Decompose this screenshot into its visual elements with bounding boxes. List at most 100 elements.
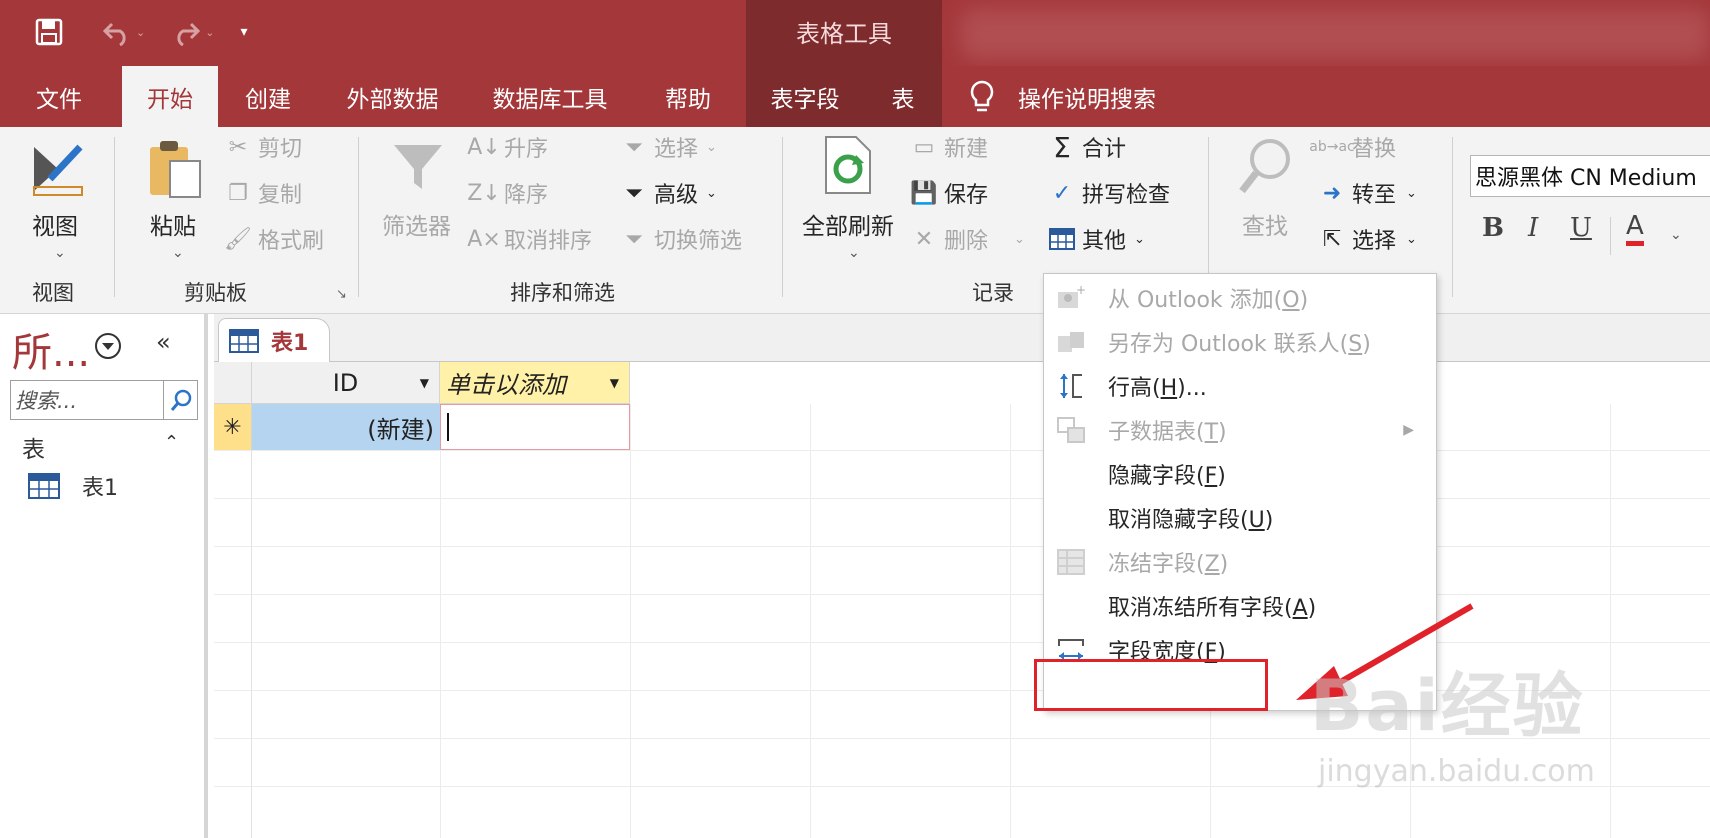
paste-dropdown-icon[interactable]: ⌄ [172,245,184,261]
document-tab-table1[interactable]: 表1 [218,318,330,362]
paste-icon[interactable] [146,137,204,201]
paste-button[interactable]: 粘贴 [150,207,196,241]
underline-button[interactable]: U [1570,213,1592,243]
menu-item-add-from-outlook[interactable]: + 从 Outlook 添加(O) [1044,276,1436,320]
refresh-dropdown-icon[interactable]: ⌄ [848,245,860,261]
clipboard-launcher-icon[interactable]: ↘ [336,287,347,302]
outlook-add-icon: + [1058,284,1086,308]
new-row-add-cell[interactable] [440,404,630,450]
nav-search-input[interactable]: 搜索... [11,385,163,415]
refresh-all-button[interactable]: 全部刷新 [802,207,894,241]
font-color-button[interactable]: A [1626,211,1644,246]
collapse-section-icon[interactable]: ⌃ [164,432,179,453]
delete-label: 删除 [944,229,989,254]
advanced-filter-button[interactable]: ⏷ 高级 ⌄ [620,177,717,209]
column-add-dropdown-icon[interactable]: ▼ [610,376,619,390]
find-icon[interactable] [1236,137,1296,197]
font-color-dropdown-icon[interactable]: ⌄ [1670,227,1682,243]
tab-create[interactable]: 创建 [228,66,308,127]
tab-table[interactable]: 表 [864,66,942,127]
format-painter-button[interactable]: 🖌 格式刷 [224,223,324,255]
remove-sort-button[interactable]: A⨯ 取消排序 [467,223,593,255]
redo-icon[interactable]: ⌄ [171,14,214,50]
grid-line [214,450,1710,451]
replace-button[interactable]: ab→ac 替换 [1309,131,1397,163]
redo-dropdown-icon[interactable]: ⌄ [205,26,214,39]
copy-button[interactable]: ❐ 复制 [224,177,302,209]
undo-icon[interactable]: ⌄ [102,14,145,50]
advanced-filter-icon: ⏷ [625,180,643,206]
nav-item-label: 表1 [82,476,118,501]
replace-icon: ab→ac [1309,139,1355,155]
undo-dropdown-icon[interactable]: ⌄ [136,26,145,39]
view-button[interactable]: 视图 [32,207,78,241]
sort-descending-icon: Z↓ [467,180,501,206]
nav-dropdown-icon[interactable] [94,332,122,360]
bold-button[interactable]: B [1482,213,1504,243]
save-record-button[interactable]: 💾 保存 [910,177,988,209]
spelling-button[interactable]: ✓ 拼写检查 [1048,177,1170,209]
advanced-label: 高级 [654,183,699,208]
remove-sort-label: 取消排序 [504,229,593,254]
cut-button[interactable]: ✂ 剪切 [224,131,302,163]
nav-search-box[interactable]: 搜索... [10,380,198,420]
column-header-click-to-add[interactable]: 单击以添加 ▼ [440,362,630,404]
italic-button[interactable]: I [1528,213,1538,243]
chevron-down-icon: ⌄ [706,185,717,201]
new-record-button[interactable]: ▭ 新建 [910,131,988,163]
tab-help[interactable]: 帮助 [648,66,728,127]
chevron-down-icon: ⌄ [1406,185,1417,201]
new-row-id-cell[interactable]: (新建) [252,404,440,450]
group-label-records: 记录 [972,281,1014,305]
font-name-box[interactable]: 思源黑体 CN Medium [1470,155,1710,197]
view-dropdown-icon[interactable]: ⌄ [54,245,66,261]
column-header-id[interactable]: ID ▼ [252,362,440,404]
menu-item-subdatasheet[interactable]: 子数据表(T) ▶ [1044,408,1436,452]
search-icon[interactable] [163,381,197,419]
find-button[interactable]: 查找 [1242,207,1288,241]
menu-item-save-as-outlook-contact[interactable]: 另存为 Outlook 联系人(S) [1044,320,1436,364]
cut-label: 剪切 [258,137,303,162]
tab-database-tools[interactable]: 数据库工具 [480,66,620,127]
tell-me-search[interactable]: 操作说明搜索 [968,66,1156,127]
delete-record-button[interactable]: ✕ 删除 ⌄ [910,223,1025,255]
filter-icon[interactable] [390,139,446,195]
view-icon[interactable] [28,139,88,199]
menu-item-freeze-fields[interactable]: 冻结字段(Z) [1044,540,1436,584]
tab-table-fields[interactable]: 表字段 [746,66,864,127]
select-button[interactable]: ⇱ 选择 ⌄ [1318,223,1417,255]
menu-item-unhide-fields[interactable]: 取消隐藏字段(U) [1044,496,1436,540]
outlook-contact-icon [1058,332,1084,352]
goto-button[interactable]: ➜ 转至 ⌄ [1318,177,1417,209]
customize-qat-icon[interactable]: ▾ [240,14,247,50]
nav-section-tables[interactable]: 表 [22,430,45,464]
filter-button[interactable]: 筛选器 [382,207,451,241]
selection-filter-button[interactable]: ⏷ 选择 ⌄ [620,131,717,163]
grid-line [214,642,1710,643]
tab-file[interactable]: 文件 [14,66,104,127]
totals-button[interactable]: Σ 合计 [1048,131,1126,164]
tab-external-data[interactable]: 外部数据 [330,66,455,127]
descending-button[interactable]: Z↓ 降序 [467,177,548,209]
more-button[interactable]: 其他 ⌄ [1048,223,1145,255]
collapse-pane-icon[interactable]: « [156,328,171,356]
column-sort-dropdown-icon[interactable]: ▼ [420,376,429,390]
select-all-corner[interactable] [214,362,252,404]
tab-home[interactable]: 开始 [122,66,218,127]
ascending-button[interactable]: A↓ 升序 [467,131,548,163]
menu-item-row-height[interactable]: 行高(H)... [1044,364,1436,408]
format-painter-label: 格式刷 [258,229,325,254]
nav-pane-title[interactable]: 所... [12,320,90,378]
nav-item-table1[interactable]: 表1 [28,470,118,502]
toggle-filter-button[interactable]: ⏷ 切换筛选 [620,223,742,255]
new-record-selector[interactable]: ✳ [214,404,252,450]
save-icon[interactable] [34,14,64,50]
refresh-all-icon[interactable] [822,133,874,197]
copy-label: 复制 [258,183,303,208]
replace-label: 替换 [1352,137,1397,162]
table-icon [1048,225,1076,253]
menu-item-hide-fields[interactable]: 隐藏字段(F) [1044,452,1436,496]
submenu-arrow-icon: ▶ [1403,422,1414,438]
group-label-sort-filter: 排序和筛选 [510,281,615,305]
clear-sort-icon: A⨯ [467,226,501,252]
